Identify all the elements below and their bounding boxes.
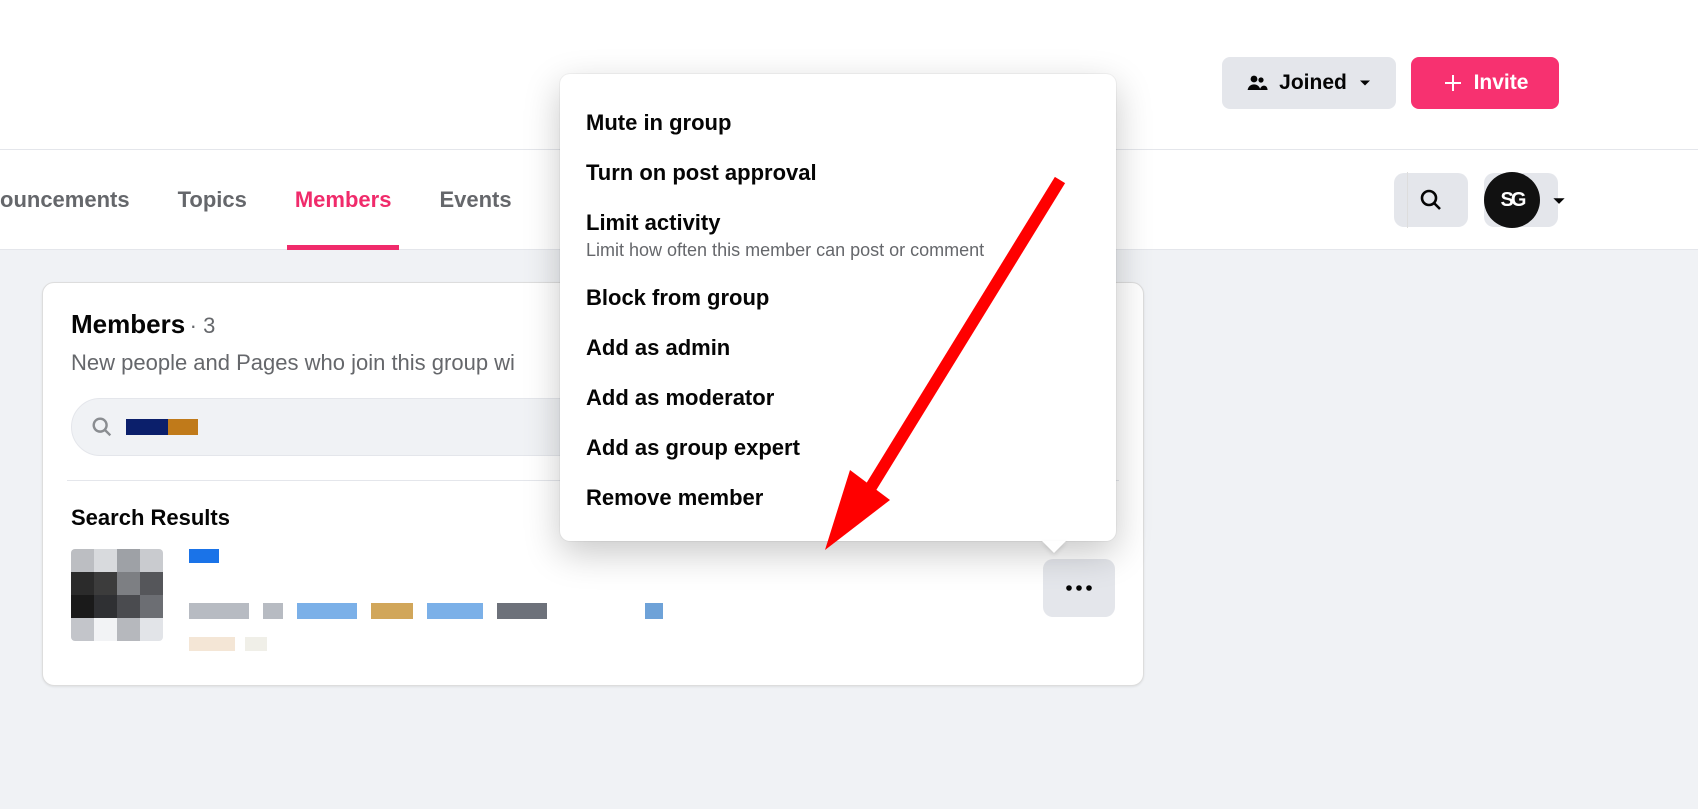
invite-button[interactable]: Invite xyxy=(1411,57,1559,109)
plus-icon xyxy=(1442,72,1464,94)
tab-label: Members xyxy=(295,187,392,213)
members-title: Members xyxy=(71,309,185,339)
menu-label: Add as moderator xyxy=(586,385,774,410)
menu-mute[interactable]: Mute in group xyxy=(560,98,1116,148)
menu-label: Limit activity xyxy=(586,210,720,235)
menu-label: Add as group expert xyxy=(586,435,800,460)
search-icon xyxy=(1418,187,1444,213)
menu-label: Remove member xyxy=(586,485,763,510)
member-meta2-redacted xyxy=(189,637,1115,651)
account-avatar[interactable]: SG xyxy=(1484,172,1540,228)
member-more-button[interactable] xyxy=(1043,559,1115,617)
avatar-initials: SG xyxy=(1501,189,1524,212)
member-avatar[interactable] xyxy=(71,549,163,641)
menu-label: Block from group xyxy=(586,285,769,310)
search-query-redacted xyxy=(126,419,198,435)
tab-members[interactable]: Members xyxy=(271,150,416,250)
menu-remove-member[interactable]: Remove member xyxy=(560,473,1116,523)
member-meta-redacted xyxy=(189,603,1115,619)
caret-down-icon xyxy=(1357,75,1373,91)
more-icon xyxy=(1064,583,1094,593)
group-icon xyxy=(1245,71,1269,95)
members-count-sep: · xyxy=(190,313,203,338)
tabs-container: ouncements Topics Members Events xyxy=(0,150,536,250)
tab-label: Events xyxy=(439,187,511,213)
tabbar-actions xyxy=(1394,150,1698,250)
menu-post-approval[interactable]: Turn on post approval xyxy=(560,148,1116,198)
tabbar-search-button[interactable] xyxy=(1394,173,1468,227)
tab-events[interactable]: Events xyxy=(415,150,535,250)
menu-sublabel: Limit how often this member can post or … xyxy=(586,240,1090,261)
joined-label: Joined xyxy=(1279,71,1347,95)
member-row xyxy=(71,549,1115,651)
members-count: 3 xyxy=(203,313,215,338)
tab-topics[interactable]: Topics xyxy=(154,150,271,250)
tab-label: ouncements xyxy=(0,187,130,213)
account-caret-icon[interactable] xyxy=(1550,192,1568,210)
menu-label: Turn on post approval xyxy=(586,160,817,185)
tab-announcements[interactable]: ouncements xyxy=(0,150,154,250)
menu-add-admin[interactable]: Add as admin xyxy=(560,323,1116,373)
joined-button[interactable]: Joined xyxy=(1222,57,1396,109)
menu-limit-activity[interactable]: Limit activity Limit how often this memb… xyxy=(560,198,1116,273)
menu-add-moderator[interactable]: Add as moderator xyxy=(560,373,1116,423)
member-name-redacted[interactable] xyxy=(189,549,219,563)
menu-block[interactable]: Block from group xyxy=(560,273,1116,323)
separator xyxy=(1407,172,1408,228)
search-icon xyxy=(90,415,114,439)
menu-label: Add as admin xyxy=(586,335,730,360)
menu-label: Mute in group xyxy=(586,110,731,135)
member-actions-menu: Mute in group Turn on post approval Limi… xyxy=(560,74,1116,541)
invite-label: Invite xyxy=(1474,71,1529,95)
member-info xyxy=(189,549,1115,651)
tab-label: Topics xyxy=(178,187,247,213)
menu-add-expert[interactable]: Add as group expert xyxy=(560,423,1116,473)
